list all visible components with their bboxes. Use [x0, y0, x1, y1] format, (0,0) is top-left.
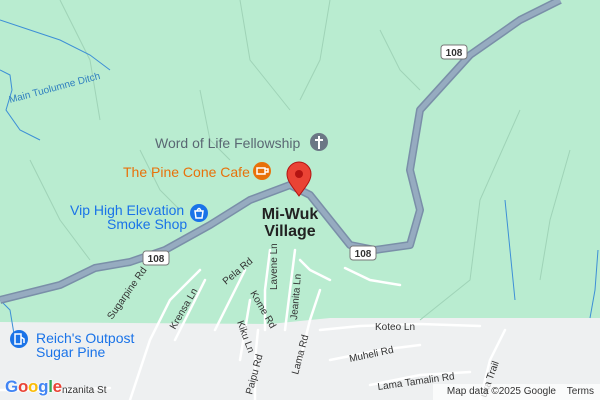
highway-shield: 108 — [440, 44, 468, 60]
terms-link[interactable]: Terms — [567, 386, 594, 397]
place-label: Mi-Wuk — [262, 206, 319, 223]
road-label: Koteo Ln — [375, 322, 415, 333]
place-label: Village — [264, 223, 315, 240]
shopping-bag-icon — [190, 204, 208, 222]
road-label: Lavene Ln — [269, 243, 280, 290]
map-canvas[interactable]: 108 108 108 Sugarpine Rd Krensa Ln Pela … — [0, 0, 600, 400]
highway-shield-label: 108 — [446, 48, 463, 59]
poi-label: The Pine Cone Cafe — [123, 164, 250, 180]
poi-label: Word of Life Fellowship — [155, 135, 300, 151]
map-attribution: Map data ©2025 Google Terms — [432, 384, 600, 400]
poi-pine-cone-cafe[interactable]: The Pine Cone Cafe — [123, 162, 271, 180]
highway-shield-label: 108 — [148, 254, 165, 265]
highway-shield-label: 108 — [355, 249, 372, 260]
place-label-mi-wuk-village: Mi-Wuk Village — [262, 206, 319, 240]
map-layer[interactable]: 108 108 108 Sugarpine Rd Krensa Ln Pela … — [0, 0, 600, 400]
road-label: nzanita St — [62, 385, 107, 396]
poi-label: Sugar Pine — [36, 344, 105, 360]
highway-shield: 108 — [349, 245, 377, 261]
map-data-attribution: Map data ©2025 Google — [446, 386, 556, 397]
highway-shield: 108 — [142, 250, 170, 266]
poi-label: Smoke Shop — [107, 216, 187, 232]
google-logo: Google — [5, 377, 62, 396]
gas-station-icon — [10, 330, 28, 348]
